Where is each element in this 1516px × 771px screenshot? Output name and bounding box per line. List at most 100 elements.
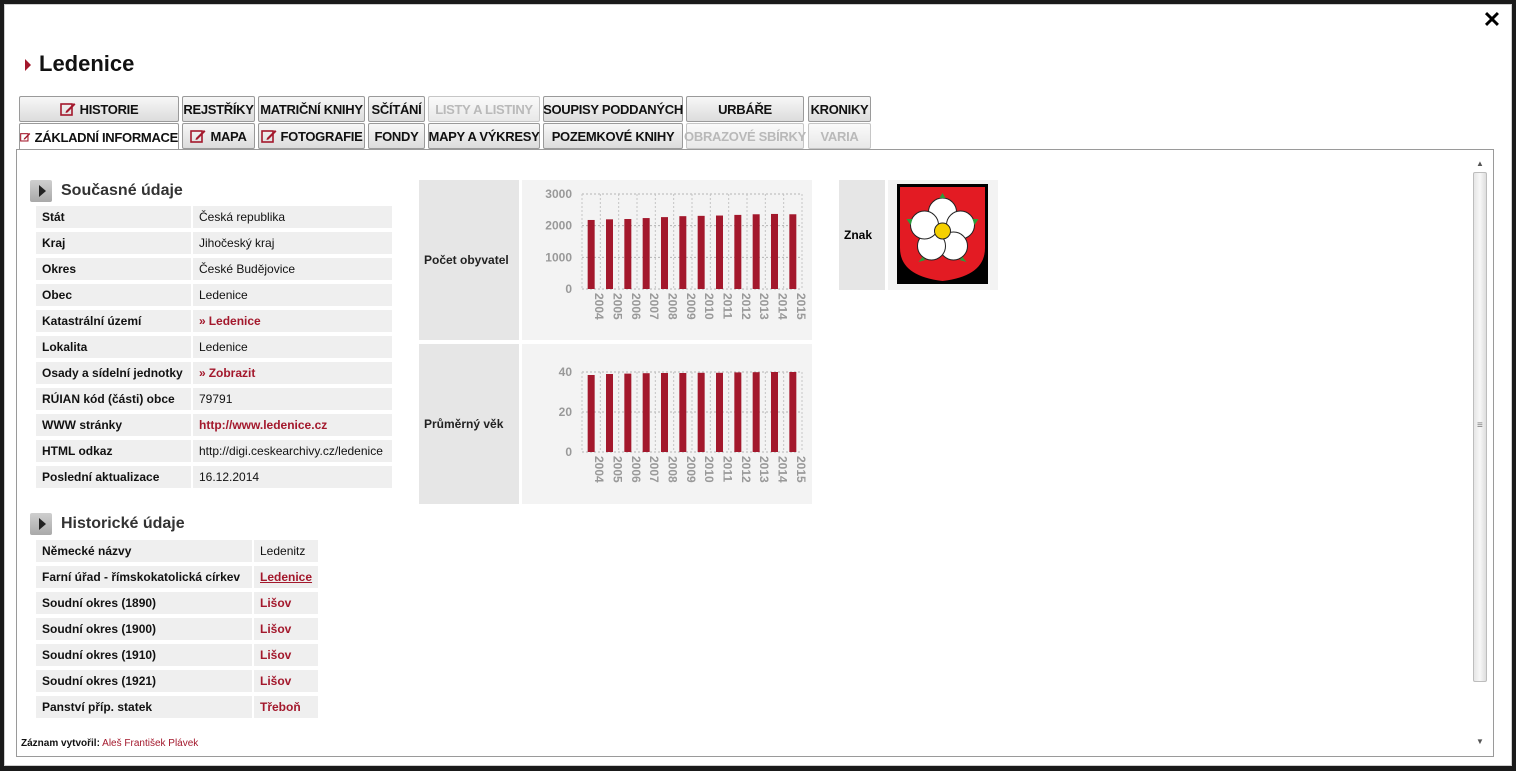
tab-label: VARIA: [820, 128, 859, 144]
average-age-chart: 0 20 40 2004 2005 2006 2007 2008 2009 2010 2011 201…: [559, 365, 808, 483]
coat-of-arms-rose-icon[interactable]: [888, 180, 998, 290]
x-tick-label: 2013: [757, 293, 771, 320]
table-row: RÚIAN kód (části) obce 79791: [36, 388, 392, 410]
tab-zakladni-informace[interactable]: ZÁKLADNÍ INFORMACE: [19, 123, 179, 151]
row-value: Ledenice: [193, 284, 392, 306]
table-row: Německé názvy Ledenitz: [36, 540, 319, 562]
chart-bar: [661, 373, 668, 452]
scroll-up-icon[interactable]: ▲: [1473, 158, 1487, 170]
row-key: Soudní okres (1890): [36, 592, 252, 614]
row-value: Ledenice: [193, 336, 392, 358]
row-key: Osady a sídelní jednotky: [36, 362, 191, 384]
page-title: Ledenice: [39, 51, 135, 76]
x-tick-label: 2006: [629, 456, 643, 483]
x-tick-label: 2010: [702, 293, 716, 320]
tab-kroniky[interactable]: KRONIKY: [808, 96, 871, 122]
edit-icon: [190, 130, 206, 143]
row-key: Německé názvy: [36, 540, 252, 562]
footer-prefix: Záznam vytvořil:: [21, 738, 100, 749]
soudni-okres-link[interactable]: Lišov: [260, 622, 291, 636]
row-key: Poslední aktualizace: [36, 466, 191, 488]
tab-label: SOUPISY PODDANÝCH: [543, 101, 683, 117]
close-icon[interactable]: ✕: [1481, 9, 1503, 31]
page-title-row: Ledenice: [25, 51, 134, 77]
row-value-cell: » Ledenice: [193, 310, 392, 332]
tab-mapa[interactable]: MAPA: [182, 123, 255, 149]
scroll-down-icon[interactable]: ▼: [1473, 736, 1487, 748]
tab-obrazove-sbirky[interactable]: OBRAZOVÉ SBÍRKY: [684, 123, 806, 149]
row-key: Obec: [36, 284, 191, 306]
soudni-okres-link[interactable]: Lišov: [260, 596, 291, 610]
table-row: Farní úřad - římskokatolická církev Leden…: [36, 566, 319, 588]
table-row: Lokalita Ledenice: [36, 336, 392, 358]
table-row: Poslední aktualizace 16.12.2014: [36, 466, 392, 488]
tab-scitani[interactable]: SČÍTÁNÍ: [368, 96, 425, 122]
x-tick-label: 2013: [757, 456, 771, 483]
chart-bar: [679, 216, 687, 289]
current-info-table: Stát Česká republika Kraj Jihočeský kraj O…: [34, 202, 394, 492]
soudni-okres-link[interactable]: Lišov: [260, 674, 291, 688]
chart-bar: [587, 375, 595, 452]
www-link[interactable]: http://www.ledenice.cz: [199, 418, 327, 432]
row-key: WWW stránky: [36, 414, 191, 436]
x-tick-label: 2014: [776, 293, 790, 320]
tab-fotografie[interactable]: FOTOGRAFIE: [258, 123, 365, 149]
row-value-cell: Lišov: [254, 618, 319, 640]
tab-matricni-knihy[interactable]: MATRIČNÍ KNIHY: [258, 96, 365, 122]
dialog: ✕ Ledenice HISTORIE REJSTŘÍKY MATRIČNÍ K…: [4, 4, 1512, 766]
row-key: RÚIAN kód (části) obce: [36, 388, 191, 410]
section-current-head[interactable]: Současné údaje: [30, 180, 183, 202]
x-tick-label: 2004: [592, 293, 606, 320]
panstvi-link[interactable]: Třeboň: [260, 700, 301, 714]
x-tick-label: 2012: [739, 293, 753, 320]
scroll-thumb[interactable]: ≡: [1473, 172, 1487, 682]
katastralni-uzemi-link[interactable]: Ledenice: [209, 314, 261, 328]
chart-bar: [642, 373, 650, 452]
chart-bar: [734, 372, 742, 452]
footer: Záznam vytvořil: Aleš František Plávek: [21, 738, 198, 749]
chart-bar: [679, 373, 687, 452]
row-value[interactable]: http://digi.ceskearchivy.cz/ledenice: [193, 440, 392, 462]
tab-mapy-a-vykresy[interactable]: MAPY A VÝKRESY: [428, 123, 540, 149]
row-key: Soudní okres (1900): [36, 618, 252, 640]
table-row: HTML odkaz http://digi.ceskearchivy.cz/le…: [36, 440, 392, 462]
tab-label: MAPY A VÝKRESY: [428, 128, 540, 144]
chart-bar: [697, 372, 705, 452]
farni-urad-link[interactable]: Ledenice: [260, 570, 312, 584]
tab-label: KRONIKY: [810, 101, 869, 117]
x-tick-label: 2011: [721, 293, 735, 319]
tab-pozemkove-knihy[interactable]: POZEMKOVÉ KNIHY: [543, 123, 683, 149]
tab-rejstriky[interactable]: REJSTŘÍKY: [182, 96, 255, 122]
x-tick-label: 2008: [666, 456, 680, 483]
scrollbar[interactable]: ▲ ≡ ▼: [1473, 158, 1487, 748]
x-tick-label: 2006: [629, 293, 643, 320]
x-tick-label: 2007: [647, 456, 661, 483]
table-row: Stát Česká republika: [36, 206, 392, 228]
row-value-cell: Třeboň: [254, 696, 319, 718]
chart-bar: [661, 217, 668, 289]
expand-icon[interactable]: [30, 180, 52, 202]
tab-label: LISTY A LISTINY: [435, 101, 533, 117]
author-link[interactable]: Aleš František Plávek: [102, 738, 198, 749]
tab-label: URBÁŘE: [718, 101, 772, 117]
tab-label: OBRAZOVÉ SBÍRKY: [684, 128, 806, 144]
x-tick-label: 2008: [666, 293, 680, 320]
expand-icon[interactable]: [30, 513, 52, 535]
tab-fondy[interactable]: FONDY: [368, 123, 425, 149]
table-row: Osady a sídelní jednotky» Zobrazit: [36, 362, 392, 384]
tab-soupisy-poddanych[interactable]: SOUPISY PODDANÝCH: [543, 96, 683, 122]
emblem-cell: [888, 180, 998, 290]
tab-listy-a-listiny[interactable]: LISTY A LISTINY: [428, 96, 540, 122]
section-historic-head[interactable]: Historické údaje: [30, 513, 185, 535]
table-row: Kraj Jihočeský kraj: [36, 232, 392, 254]
table-row: Soudní okres (1890) Lišov: [36, 592, 319, 614]
tab-varia[interactable]: VARIA: [808, 123, 871, 149]
zobrazit-link[interactable]: Zobrazit: [209, 366, 256, 380]
chart-bar: [624, 373, 632, 452]
tab-label: REJSTŘÍKY: [183, 101, 254, 117]
tab-historie[interactable]: HISTORIE: [19, 96, 179, 122]
double-chevron-icon: »: [199, 314, 206, 328]
tab-urbare[interactable]: URBÁŘE: [686, 96, 804, 122]
x-tick-label: 2014: [776, 456, 790, 483]
soudni-okres-link[interactable]: Lišov: [260, 648, 291, 662]
